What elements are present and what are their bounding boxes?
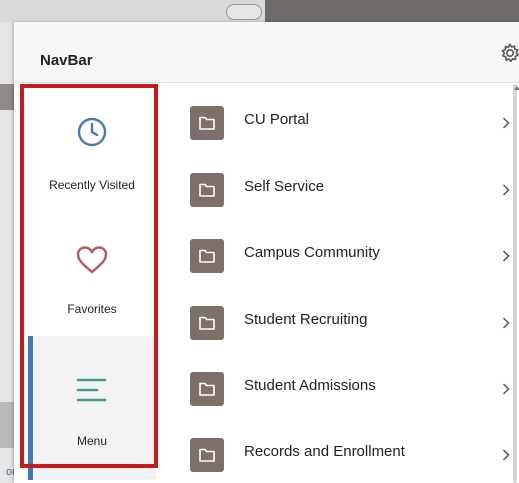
navbar-title: NavBar bbox=[40, 52, 93, 69]
navbar-left-column: Recently Visited Favorites Menu bbox=[28, 84, 156, 480]
menu-button[interactable]: Menu bbox=[28, 336, 156, 480]
scroll-up-icon[interactable] bbox=[514, 86, 519, 90]
folder-icon bbox=[190, 106, 224, 140]
list-item-self-service[interactable]: Self Service bbox=[172, 151, 512, 218]
menu-folder-list: CU Portal Self Service Campus Community bbox=[172, 84, 512, 483]
folder-icon bbox=[190, 173, 224, 207]
recently-visited-label: Recently Visited bbox=[49, 178, 135, 192]
list-item-cu-portal[interactable]: CU Portal bbox=[172, 84, 512, 151]
chevron-right-icon bbox=[502, 183, 510, 201]
favorites-button[interactable]: Favorites bbox=[28, 212, 156, 337]
list-item-student-admissions[interactable]: Student Admissions bbox=[172, 350, 512, 417]
menu-scrollbar[interactable] bbox=[512, 84, 519, 483]
background-page-edge bbox=[0, 22, 14, 483]
folder-icon bbox=[190, 239, 224, 273]
recently-visited-button[interactable]: Recently Visited bbox=[28, 84, 156, 212]
list-item-label: Records and Enrollment bbox=[244, 443, 405, 460]
scrollbar-thumb[interactable] bbox=[513, 84, 517, 483]
list-item-label: Campus Community bbox=[244, 244, 380, 261]
menu-lines-icon bbox=[28, 376, 156, 404]
list-item-label: Student Recruiting bbox=[244, 311, 368, 328]
chevron-right-icon bbox=[502, 249, 510, 267]
chevron-right-icon bbox=[502, 382, 510, 400]
list-item-campus-community[interactable]: Campus Community bbox=[172, 217, 512, 284]
chevron-right-icon bbox=[502, 448, 510, 466]
clock-icon bbox=[28, 116, 156, 148]
folder-icon bbox=[190, 372, 224, 406]
screenshot-frame: om NavBar Rec bbox=[0, 0, 519, 483]
folder-icon bbox=[190, 306, 224, 340]
chevron-right-icon bbox=[502, 116, 510, 134]
heart-icon bbox=[28, 244, 156, 276]
background-stripe bbox=[0, 402, 14, 448]
navbar-panel: NavBar Recently Visited Favorites Menu C… bbox=[14, 22, 519, 483]
list-item-label: Self Service bbox=[244, 178, 325, 195]
navbar-header: NavBar bbox=[14, 22, 519, 83]
list-item-label: Student Admissions bbox=[244, 377, 376, 394]
folder-icon bbox=[190, 438, 224, 472]
list-item-records-and-enrollment[interactable]: Records and Enrollment bbox=[172, 416, 512, 483]
background-search-pill bbox=[226, 4, 262, 20]
menu-label: Menu bbox=[76, 434, 108, 448]
list-item-student-recruiting[interactable]: Student Recruiting bbox=[172, 284, 512, 351]
background-toolbar bbox=[0, 0, 519, 22]
favorites-label: Favorites bbox=[67, 302, 117, 316]
list-item-label: CU Portal bbox=[244, 111, 310, 128]
gear-icon[interactable] bbox=[499, 42, 519, 64]
selected-indicator bbox=[28, 336, 33, 480]
chevron-right-icon bbox=[502, 316, 510, 334]
background-stripe bbox=[0, 84, 14, 110]
